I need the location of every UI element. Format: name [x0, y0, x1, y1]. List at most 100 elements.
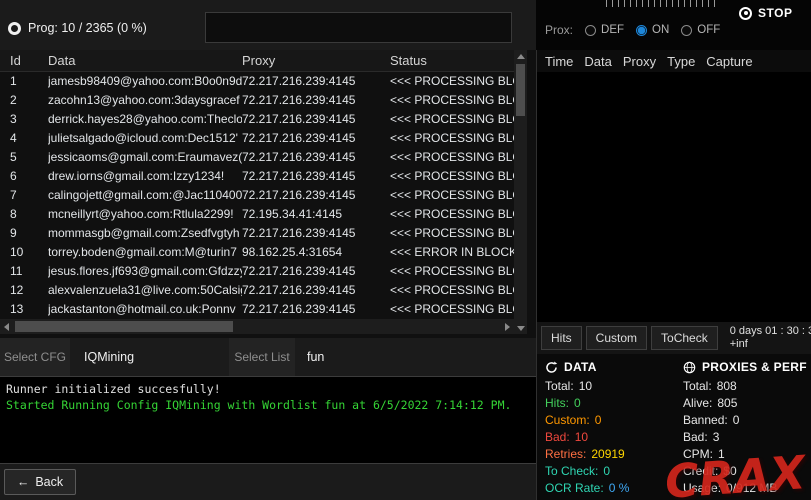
prox-radio-def[interactable]: DEF — [585, 24, 624, 36]
tab-hits[interactable]: Hits — [541, 326, 582, 350]
prox-radio-off[interactable]: OFF — [681, 24, 720, 36]
cell-status: <<< PROCESSING BLOCK — [390, 224, 514, 243]
table-row[interactable]: 6drew.iorns@gmail.com:Izzy1234!72.217.21… — [0, 167, 514, 186]
back-button[interactable]: ← Back — [4, 469, 76, 495]
table-horizontal-scrollbar[interactable] — [0, 319, 514, 334]
table-row[interactable]: 13jackastanton@hotmail.co.uk:Ponnv72.217… — [0, 300, 514, 319]
radio-circle-icon — [681, 25, 692, 36]
stat-row: Total:10 — [545, 378, 677, 395]
stat-value: 0/912 MB — [726, 480, 777, 497]
cell-status: <<< PROCESSING BLOCK — [390, 262, 514, 281]
select-cfg-button[interactable]: Select CFG — [0, 338, 70, 376]
stat-label: Bad: — [545, 429, 570, 446]
data-panel-rows: Total:10Hits:0Custom:0Bad:10Retries:2091… — [545, 378, 677, 497]
bottom-bar: ← Back — [0, 464, 536, 500]
stat-value: $0 — [723, 463, 736, 480]
stat-row: To Check:0 — [545, 463, 677, 480]
runner-text-input[interactable] — [205, 12, 512, 43]
tab-tocheck[interactable]: ToCheck — [651, 326, 718, 350]
cell-id: 8 — [0, 205, 48, 224]
cell-data: mommasgb@gmail.com:Zsedfvgtyh — [48, 224, 242, 243]
radio-circle-icon — [585, 25, 596, 36]
scroll-right-arrow[interactable] — [500, 319, 514, 334]
column-header-result-data[interactable]: Data — [584, 54, 611, 69]
column-header-proxy[interactable]: Proxy — [242, 50, 390, 71]
select-list-button[interactable]: Select List — [229, 338, 295, 376]
column-header-capture[interactable]: Capture — [706, 54, 752, 69]
progress-label: Prog: 10 / 2365 (0 %) — [28, 21, 147, 35]
stat-row: Credit: $0 — [683, 463, 809, 480]
cell-data: derrick.hayes28@yahoo.com:Theclo — [48, 110, 242, 129]
prox-radio-on[interactable]: ON — [636, 24, 669, 36]
cell-data: calingojett@gmail.com:@Jac110400 — [48, 186, 242, 205]
vertical-scroll-thumb[interactable] — [516, 64, 525, 116]
stat-value: 0 — [733, 412, 740, 429]
scroll-left-arrow[interactable] — [0, 319, 14, 334]
cell-proxy: 72.217.216.239:4145 — [242, 262, 390, 281]
cell-id: 11 — [0, 262, 48, 281]
cell-data: alexvalenzuela31@live.com:50Calsig — [48, 281, 242, 300]
column-header-data[interactable]: Data — [48, 50, 242, 71]
stat-value: 808 — [717, 378, 737, 395]
proxies-stats-panel: PROXIES & PERF Total:808Alive:805Banned:… — [683, 360, 809, 497]
tab-custom[interactable]: Custom — [586, 326, 647, 350]
timer-line2: +inf — [730, 338, 748, 350]
stat-row: Usage:0/912 MB — [683, 480, 809, 497]
data-panel-title-text: DATA — [564, 360, 597, 374]
stat-value: 0 % — [609, 480, 630, 497]
column-header-time[interactable]: Time — [545, 54, 573, 69]
cell-data: julietsalgado@icloud.com:Dec1512' — [48, 129, 242, 148]
column-header-id[interactable]: Id — [0, 50, 48, 71]
cell-proxy: 72.195.34.41:4145 — [242, 205, 390, 224]
stat-row: Custom:0 — [545, 412, 677, 429]
stat-label: Credit: — [683, 463, 718, 480]
cell-status: <<< PROCESSING BLOCK — [390, 148, 514, 167]
stat-value: 805 — [717, 395, 737, 412]
data-stats-panel: DATA Total:10Hits:0Custom:0Bad:10Retries… — [545, 360, 677, 497]
bots-slider-ticks[interactable] — [606, 0, 718, 7]
progress-ring-icon — [8, 22, 21, 35]
horizontal-scroll-thumb[interactable] — [15, 321, 233, 332]
stat-label: Alive: — [683, 395, 712, 412]
table-row[interactable]: 2zacohn13@yahoo.com:3daysgracef72.217.21… — [0, 91, 514, 110]
back-arrow-icon: ← — [17, 475, 30, 489]
table-row[interactable]: 12alexvalenzuela31@live.com:50Calsig72.2… — [0, 281, 514, 300]
table-row[interactable]: 7calingojett@gmail.com:@Jac11040072.217.… — [0, 186, 514, 205]
table-row[interactable]: 11jesus.flores.jf693@gmail.com:Gfdzzy72.… — [0, 262, 514, 281]
stat-label: Bad: — [683, 429, 708, 446]
stat-value: 0 — [603, 463, 610, 480]
cell-data: mcneillyrt@yahoo.com:Rtlula2299! — [48, 205, 242, 224]
table-row[interactable]: 8mcneillyrt@yahoo.com:Rtlula2299!72.195.… — [0, 205, 514, 224]
cell-id: 13 — [0, 300, 48, 319]
column-header-result-proxy[interactable]: Proxy — [623, 54, 656, 69]
column-header-type[interactable]: Type — [667, 54, 695, 69]
column-header-status[interactable]: Status — [390, 50, 514, 71]
cell-data: jesus.flores.jf693@gmail.com:Gfdzzy — [48, 262, 242, 281]
table-row[interactable]: 4julietsalgado@icloud.com:Dec1512'72.217… — [0, 129, 514, 148]
stat-value: 10 — [579, 378, 592, 395]
config-row: Select CFG IQMining Select List fun — [0, 338, 536, 376]
cell-proxy: 72.217.216.239:4145 — [242, 91, 390, 110]
stat-value: 20919 — [591, 446, 624, 463]
cell-status: <<< PROCESSING BLOCK — [390, 186, 514, 205]
table-row[interactable]: 10torrey.boden@gmail.com:M@turin798.162.… — [0, 243, 514, 262]
scroll-down-arrow[interactable] — [514, 322, 527, 334]
table-row[interactable]: 9mommasgb@gmail.com:Zsedfvgtyh72.217.216… — [0, 224, 514, 243]
stat-value: 0 — [574, 395, 581, 412]
scroll-up-arrow[interactable] — [514, 50, 527, 62]
proxies-panel-title-text: PROXIES & PERF — [702, 360, 807, 374]
cell-status: <<< PROCESSING BLOCK — [390, 110, 514, 129]
data-panel-title: DATA — [545, 360, 677, 374]
proxy-mode-controls: Prox: DEFONOFF — [545, 23, 720, 37]
table-vertical-scrollbar[interactable] — [514, 50, 527, 334]
table-row[interactable]: 5jessicaoms@gmail.com:Eraumavez(72.217.2… — [0, 148, 514, 167]
stop-button[interactable]: STOP — [739, 2, 809, 24]
cell-data: jackastanton@hotmail.co.uk:Ponnv — [48, 300, 242, 319]
proxies-panel-rows: Total:808Alive:805Banned:0Bad:3CPM:1Cred… — [683, 378, 809, 497]
refresh-icon — [545, 361, 558, 374]
table-row[interactable]: 1jamesb98409@yahoo.com:B0o0n9d72.217.216… — [0, 72, 514, 91]
cell-id: 9 — [0, 224, 48, 243]
cell-id: 6 — [0, 167, 48, 186]
stat-label: Hits: — [545, 395, 569, 412]
table-row[interactable]: 3derrick.hayes28@yahoo.com:Theclo72.217.… — [0, 110, 514, 129]
